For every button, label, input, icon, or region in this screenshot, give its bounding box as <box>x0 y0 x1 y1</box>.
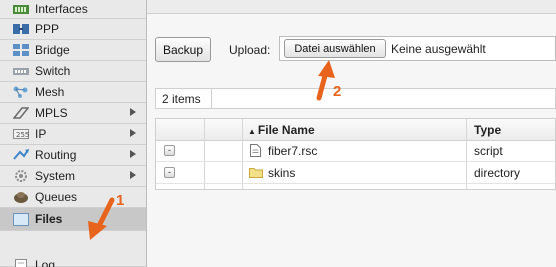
upload-label: Upload: <box>229 43 271 57</box>
no-file-selected-text: Keine ausgewählt <box>391 42 486 56</box>
mpls-icon <box>12 106 30 120</box>
interfaces-icon <box>12 2 30 16</box>
sidebar: Interfaces PPP Bridge Switch Mesh MPLS 2… <box>0 0 147 267</box>
sidebar-item-label: Files <box>35 212 63 226</box>
files-table: ▲ File Name Type - fiber7.rsc script - sk… <box>155 118 556 190</box>
submenu-arrow-icon <box>130 150 136 158</box>
sort-ascending-icon: ▲ <box>248 127 256 136</box>
file-type: directory <box>474 166 521 180</box>
sidebar-item-ppp[interactable]: PPP <box>0 19 146 40</box>
document-icon <box>250 144 261 160</box>
choose-file-button[interactable]: Datei auswählen <box>284 39 386 58</box>
row-action-button[interactable]: - <box>164 145 175 156</box>
sidebar-item-mesh[interactable]: Mesh <box>0 82 146 103</box>
system-icon <box>12 169 30 183</box>
switch-icon <box>12 64 30 78</box>
sidebar-item-interfaces[interactable]: Interfaces <box>0 0 146 19</box>
bridge-icon <box>12 43 30 57</box>
item-count-bar: 2 items <box>155 88 556 109</box>
folder-icon <box>249 167 263 181</box>
submenu-arrow-icon <box>130 171 136 179</box>
top-strip <box>147 0 556 14</box>
table-row[interactable]: - skins directory <box>156 162 555 184</box>
mesh-icon <box>12 85 30 99</box>
file-type: script <box>474 144 503 158</box>
sidebar-item-label: PPP <box>35 22 60 36</box>
row-action-button[interactable]: - <box>164 167 175 178</box>
column-header-type[interactable]: Type <box>474 123 501 137</box>
divider <box>211 89 212 108</box>
file-name: skins <box>268 166 296 180</box>
sidebar-item-label: Switch <box>35 64 71 78</box>
ip-icon: 255 <box>12 127 30 141</box>
sidebar-item-label: Queues <box>35 190 78 204</box>
sidebar-item-label: System <box>35 169 76 183</box>
annotation-number-1: 1 <box>116 192 125 209</box>
sidebar-item-label: IP <box>35 127 47 141</box>
queues-icon <box>12 190 30 204</box>
sidebar-item-system[interactable]: System <box>0 166 146 187</box>
ppp-icon <box>12 22 30 36</box>
routing-icon <box>12 148 30 162</box>
sidebar-item-mpls[interactable]: MPLS <box>0 103 146 124</box>
sidebar-item-label: Bridge <box>35 43 70 57</box>
backup-button[interactable]: Backup <box>155 37 211 62</box>
log-icon <box>12 258 30 267</box>
sidebar-item-switch[interactable]: Switch <box>0 61 146 82</box>
sidebar-item-files[interactable]: Files <box>0 208 146 231</box>
file-name: fiber7.rsc <box>268 144 318 158</box>
sidebar-item-label: Mesh <box>35 85 65 99</box>
sidebar-item-label: Log <box>35 258 56 267</box>
svg-text:255: 255 <box>16 131 29 139</box>
submenu-arrow-icon <box>130 108 136 116</box>
item-count: 2 items <box>162 92 201 106</box>
sidebar-item-log[interactable]: Log <box>0 231 146 267</box>
submenu-arrow-icon <box>130 129 136 137</box>
table-row[interactable]: - fiber7.rsc script <box>156 140 555 162</box>
column-header-file-name[interactable]: ▲ File Name <box>248 123 315 137</box>
sidebar-item-label: Interfaces <box>35 2 88 16</box>
sidebar-item-label: MPLS <box>35 106 68 120</box>
sidebar-item-ip[interactable]: 255 IP <box>0 124 146 145</box>
files-icon <box>12 212 30 226</box>
annotation-number-2: 2 <box>333 83 342 100</box>
sidebar-item-label: Routing <box>35 148 77 162</box>
sidebar-item-bridge[interactable]: Bridge <box>0 40 146 61</box>
table-header: ▲ File Name Type <box>156 119 555 141</box>
sidebar-item-routing[interactable]: Routing <box>0 145 146 166</box>
